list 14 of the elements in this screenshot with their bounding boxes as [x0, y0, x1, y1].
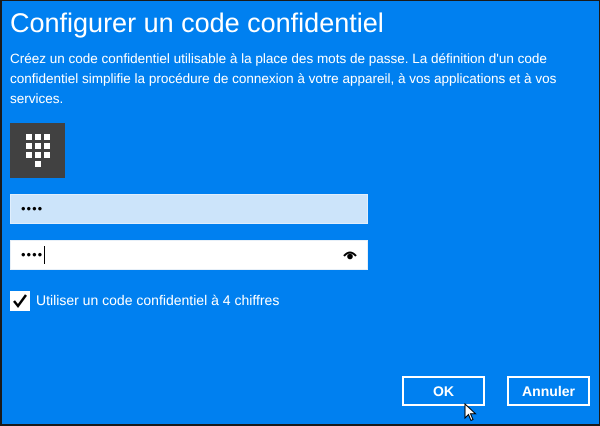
checkbox-label: Utiliser un code confidentiel à 4 chiffres: [36, 291, 280, 310]
dialog-button[interactable]: OK: [402, 376, 485, 406]
pin-field[interactable]: ••••: [10, 194, 368, 224]
dialog-title: Configurer un code confidentiel: [10, 7, 384, 40]
eye-icon[interactable]: [343, 250, 357, 260]
text-cursor: [44, 246, 46, 264]
dialog-button[interactable]: Annuler: [507, 376, 590, 406]
description: Créez un code confidentiel utilisable à la place des mots de passe. La définition d'un code confidentiel simplifie la procédure de connexion à votre appareil, à vos applications et à vos services.: [10, 50, 558, 108]
pin-value: ••••: [21, 200, 44, 218]
keypad-icon: [10, 123, 65, 178]
checkbox[interactable]: [10, 290, 30, 310]
pin-field[interactable]: ••••: [10, 240, 368, 270]
pin-value: ••••: [21, 246, 44, 264]
mouse-pointer-icon: [464, 403, 477, 422]
